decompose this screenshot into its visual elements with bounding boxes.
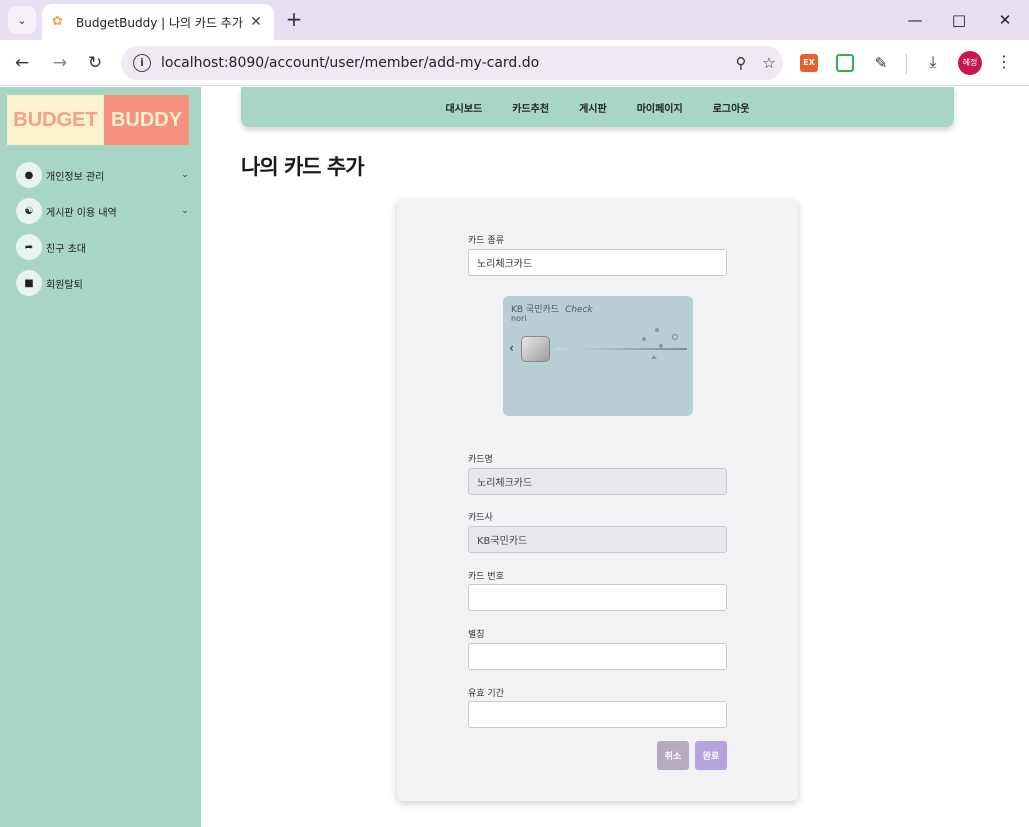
browser-toolbar: ← → ↻ i localhost:8090/account/user/memb… [0,40,1029,86]
sidebar: BUDGET BUDDY ● 개인정보 관리 ⌄ ☯ 게시판 이용 내역 ⌄ ➦… [0,87,201,827]
card-name-label: 카드명 [468,455,493,465]
card-company-field: KB국민카드 [468,526,727,553]
forward-button[interactable]: → [48,51,72,75]
tab-search-button[interactable]: ⌄ [8,6,36,34]
chevron-down-icon[interactable]: ⌄ [178,206,192,216]
nickname-input[interactable] [468,643,727,670]
menu-kebab-icon[interactable]: ⋮ [996,52,1012,71]
nav-logout[interactable]: 로그아웃 [713,100,750,115]
profile-avatar[interactable]: 혜정 [958,51,982,75]
top-navigation: 대시보드 카드추천 게시판 마이페이지 로그아웃 [241,87,954,127]
card-dot [642,337,646,341]
chevron-left-icon: ‹ [509,341,514,355]
chip-icon [521,336,550,362]
nav-card-recommend[interactable]: 카드추천 [512,100,549,115]
done-button[interactable]: 완료 [695,741,727,770]
card-stripe [555,348,687,350]
nickname-label: 별칭 [468,630,485,640]
card-ring [672,334,678,340]
toolbar-divider [906,54,907,74]
back-button[interactable]: ← [10,51,34,75]
sidebar-item-withdraw[interactable]: ■ 회원탈퇴 [16,269,192,297]
card-sub-text: nori [511,314,527,323]
expiry-label: 유효 기간 [468,689,504,699]
page-content: BUDGET BUDDY ● 개인정보 관리 ⌄ ☯ 게시판 이용 내역 ⌄ ➦… [0,87,1029,827]
close-window-button[interactable]: ✕ [990,8,1020,32]
info-icon[interactable]: i [133,54,151,72]
page-title: 나의 카드 추가 [241,155,365,179]
card-dot [655,328,659,332]
tab-title: BudgetBuddy | 나의 카드 추가 [76,15,243,30]
close-icon[interactable]: ✕ [248,14,264,30]
zoom-icon[interactable]: ⚲ [727,54,755,72]
url-text[interactable]: localhost:8090/account/user/member/add-m… [161,55,727,71]
browser-tab-strip: ⌄ ✿ BudgetBuddy | 나의 카드 추가 ✕ + — □ ✕ [0,0,1029,40]
card-number-label: 카드 번호 [468,572,504,582]
minimize-button[interactable]: — [900,8,930,32]
share-icon: ➦ [16,234,42,260]
card-type-select[interactable]: 노리체크카드 [468,249,727,276]
nav-board[interactable]: 게시판 [579,100,607,115]
extension-green-icon[interactable] [836,54,854,72]
expiry-input[interactable] [468,701,727,728]
person-icon: ● [16,162,42,188]
browser-tab[interactable]: ✿ BudgetBuddy | 나의 카드 추가 ✕ [42,4,274,40]
card-number-input[interactable] [468,584,727,611]
card-company-label: 카드사 [468,513,493,523]
card-dot [659,344,663,348]
download-icon[interactable]: ⤓ [922,52,944,72]
puzzle-icon[interactable]: ✎ [872,54,890,72]
card-image: KB 국민카드 Check nori ‹ [503,296,693,416]
bookmark-star-icon[interactable]: ☆ [755,54,783,72]
logo-budget: BUDGET [7,95,104,145]
logo[interactable]: BUDGET BUDDY [7,95,189,145]
chat-icon: ☯ [16,198,42,224]
new-tab-button[interactable]: + [282,8,306,32]
flower-icon: ✿ [52,14,63,29]
reload-button[interactable]: ↻ [83,51,107,75]
nav-dashboard[interactable]: 대시보드 [445,100,482,115]
sidebar-item-label: 개인정보 관리 [46,171,105,183]
cancel-button[interactable]: 취소 [657,741,689,770]
card-type-label: 카드 종류 [468,236,504,246]
maximize-button[interactable]: □ [944,8,974,32]
chevron-down-icon: ⌄ [17,13,27,27]
card-check-text: Check [565,305,593,315]
sidebar-item-label: 친구 초대 [46,243,86,255]
extension-ex-icon[interactable]: EX [800,54,818,72]
logo-buddy: BUDDY [104,95,189,145]
chevron-down-icon[interactable]: ⌄ [178,170,192,180]
sidebar-item-invite[interactable]: ➦ 친구 초대 [16,233,192,261]
sidebar-item-label: 회원탈퇴 [46,279,83,291]
card-triangle [651,355,657,359]
add-card-form: 카드 종류 노리체크카드 KB 국민카드 Check nori ‹ 카드명 노리체… [397,200,798,801]
sidebar-item-label: 게시판 이용 내역 [46,207,117,219]
address-bar[interactable]: i localhost:8090/account/user/member/add… [121,46,783,80]
nav-mypage[interactable]: 마이페이지 [637,100,683,115]
card-name-field: 노리체크카드 [468,468,727,495]
sidebar-item-profile[interactable]: ● 개인정보 관리 ⌄ [16,161,192,189]
trash-icon: ■ [16,270,42,296]
sidebar-item-board-history[interactable]: ☯ 게시판 이용 내역 ⌄ [16,197,192,225]
